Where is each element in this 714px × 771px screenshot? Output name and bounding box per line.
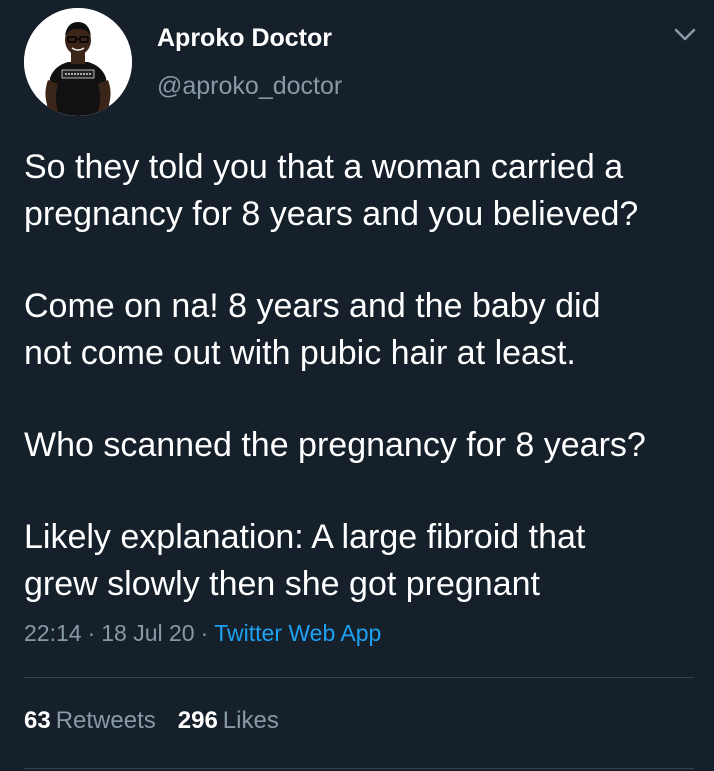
tweet-line: Who scanned the pregnancy for 8 years? — [24, 426, 646, 464]
divider — [24, 677, 694, 678]
tweet-line: pregnancy for 8 years and you believed? — [24, 195, 639, 233]
tweet-line: So they told you that a woman carried a — [24, 148, 624, 186]
author-name[interactable]: Aproko Doctor — [157, 24, 332, 53]
author-avatar[interactable] — [24, 8, 132, 116]
tweet-paragraph: Who scanned the pregnancy for 8 years? — [24, 422, 704, 469]
tweet-paragraph: So they told you that a woman carried a … — [24, 144, 704, 238]
tweet-text: So they told you that a woman carried a … — [24, 144, 704, 608]
tweet-card: Aproko Doctor @aproko_doctor So they tol… — [0, 0, 714, 771]
likes-count: 296 — [177, 707, 218, 734]
chevron-down-icon[interactable] — [674, 28, 696, 42]
retweets-count: 63 — [24, 707, 51, 734]
likes-stat[interactable]: 296 Likes — [178, 707, 279, 734]
meta-separator: · — [200, 620, 209, 646]
tweet-line: grew slowly then she got pregnant — [24, 565, 540, 603]
tweet-date[interactable]: 18 Jul 20 — [101, 620, 194, 646]
retweets-stat[interactable]: 63 Retweets — [24, 707, 156, 734]
tweet-source-link[interactable]: Twitter Web App — [214, 620, 381, 646]
tweet-line: not come out with pubic hair at least. — [24, 334, 576, 372]
tweet-paragraph: Likely explanation: A large fibroid that… — [24, 514, 704, 608]
tweet-line: Likely explanation: A large fibroid that — [24, 518, 586, 556]
tweet-meta: 22:14 · 18 Jul 20 · Twitter Web App — [24, 620, 381, 647]
likes-label: Likes — [222, 707, 279, 734]
profile-photo-icon — [24, 8, 132, 116]
retweets-label: Retweets — [55, 707, 156, 734]
tweet-time[interactable]: 22:14 — [24, 620, 82, 646]
tweet-paragraph: Come on na! 8 years and the baby did not… — [24, 283, 704, 377]
tweet-line: Come on na! 8 years and the baby did — [24, 287, 601, 325]
meta-separator: · — [87, 620, 96, 646]
author-handle[interactable]: @aproko_doctor — [157, 72, 342, 101]
divider — [24, 768, 694, 769]
tweet-stats: 63 Retweets 296 Likes — [24, 707, 279, 735]
